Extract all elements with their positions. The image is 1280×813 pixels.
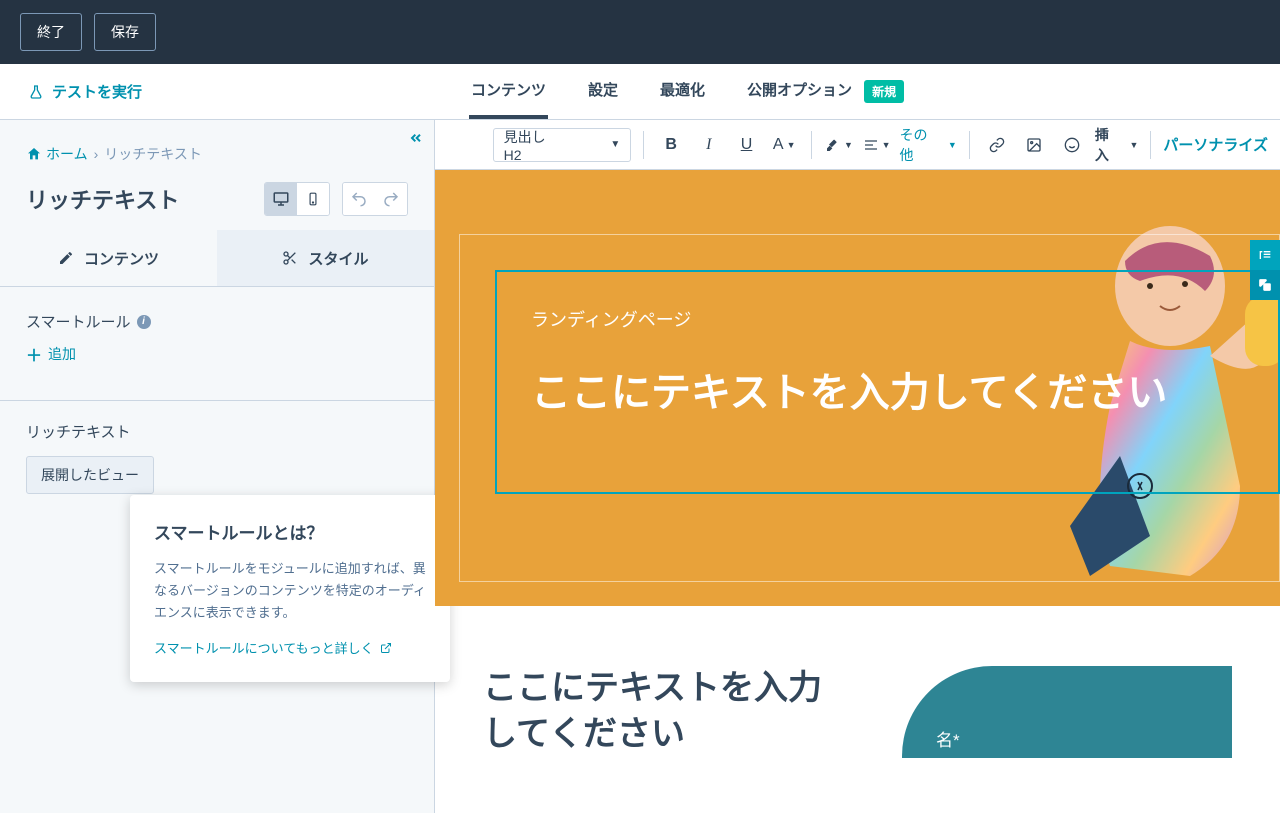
link-icon <box>989 137 1005 153</box>
insert-button[interactable]: 挿入▼ <box>1095 125 1138 165</box>
flask-icon <box>28 84 44 100</box>
exit-button[interactable]: 終了 <box>20 13 82 51</box>
text-color-button[interactable]: A▼ <box>769 130 799 160</box>
history-toggle <box>342 182 408 216</box>
mobile-view-button[interactable] <box>297 183 329 215</box>
link-button[interactable] <box>982 130 1012 160</box>
module-edit-text-button[interactable] <box>1250 240 1280 270</box>
tab-publish-options[interactable]: 公開オプション <box>745 79 854 104</box>
bold-button[interactable]: B <box>656 130 686 160</box>
smart-rule-tooltip: スマートルールとは？ スマートルールをモジュールに追加すれば、異なるバージョンの… <box>130 495 450 682</box>
undo-button[interactable] <box>343 183 375 215</box>
run-test-label: テストを実行 <box>52 81 142 102</box>
sidebar-title: リッチテキスト <box>26 183 179 215</box>
tooltip-body: スマートルールをモジュールに追加すれば、異なるバージョンのコンテンツを特定のオー… <box>154 558 426 624</box>
emoji-icon <box>1064 137 1080 153</box>
redo-button[interactable] <box>375 183 407 215</box>
panel-tab-style[interactable]: スタイル <box>217 230 434 286</box>
image-button[interactable] <box>1020 130 1050 160</box>
form-panel: 名* <box>902 666 1232 758</box>
highlight-button[interactable]: ▼ <box>824 130 854 160</box>
hero-subtitle: ランディングページ <box>531 306 691 332</box>
sidebar: ホーム › リッチテキスト リッチテキスト <box>0 120 435 813</box>
heading-select[interactable]: 見出しH2 ▼ <box>493 128 632 162</box>
toolbar-separator <box>643 131 644 159</box>
tab-settings[interactable]: 設定 <box>586 64 620 119</box>
expanded-view-button[interactable]: 展開したビュー <box>26 456 154 494</box>
text-edit-icon <box>1257 247 1273 263</box>
smart-rule-label: スマートルール i <box>26 311 408 332</box>
form-field-label-name: 名* <box>936 726 1198 751</box>
toolbar-separator <box>811 131 812 159</box>
image-icon <box>1026 137 1042 153</box>
collapse-sidebar-button[interactable] <box>408 130 424 149</box>
toolbar-separator <box>1150 131 1151 159</box>
rich-text-section-label: リッチテキスト <box>26 421 408 442</box>
mobile-icon <box>306 190 320 208</box>
home-icon <box>26 146 42 162</box>
run-test-link[interactable]: テストを実行 <box>28 81 435 102</box>
personalize-button[interactable]: パーソナライズ <box>1163 134 1268 155</box>
undo-icon <box>350 190 368 208</box>
italic-button[interactable]: I <box>694 130 724 160</box>
chevron-double-left-icon <box>408 130 424 146</box>
tooltip-title: スマートルールとは？ <box>154 519 426 544</box>
canvas: 見出しH2 ▼ B I U A▼ ▼ ▼ その他▼ <box>435 120 1280 813</box>
panel-tab-style-label: スタイル <box>308 248 368 269</box>
add-smart-rule-link[interactable]: ＋ 追加 <box>26 342 408 366</box>
pencil-icon <box>58 250 74 266</box>
hero-section: ランディングページ ここにテキストを入力してください <box>435 170 1280 606</box>
panel-tab-contents[interactable]: コンテンツ <box>0 230 217 286</box>
editor-toolbar: 見出しH2 ▼ B I U A▼ ▼ ▼ その他▼ <box>435 120 1280 170</box>
scissors-icon <box>282 250 298 266</box>
top-bar: 終了 保存 <box>0 0 1280 64</box>
more-button[interactable]: その他▼ <box>899 125 956 165</box>
save-button[interactable]: 保存 <box>94 13 156 51</box>
breadcrumb-home[interactable]: ホーム <box>26 144 88 164</box>
heading-select-label: 見出しH2 <box>504 127 563 163</box>
breadcrumb-separator: › <box>94 146 99 162</box>
external-link-icon <box>380 642 392 654</box>
new-badge: 新規 <box>864 80 904 103</box>
redo-icon <box>382 190 400 208</box>
plus-icon: ＋ <box>26 342 42 366</box>
breadcrumb-home-label: ホーム <box>46 144 88 164</box>
align-button[interactable]: ▼ <box>862 130 892 160</box>
highlight-icon <box>825 137 841 153</box>
tab-optimize[interactable]: 最適化 <box>658 64 707 119</box>
copy-icon <box>1258 278 1272 292</box>
align-icon <box>863 137 879 153</box>
emoji-button[interactable] <box>1057 130 1087 160</box>
module-copy-button[interactable] <box>1250 270 1280 300</box>
desktop-icon <box>272 190 290 208</box>
hero-heading[interactable]: ここにテキストを入力してください <box>531 360 1167 418</box>
desktop-view-button[interactable] <box>265 183 297 215</box>
underline-button[interactable]: U <box>732 130 762 160</box>
device-toggle <box>264 182 330 216</box>
caret-down-icon: ▼ <box>610 139 620 150</box>
tooltip-learn-more-link[interactable]: スマートルールについてもっと詳しく <box>154 638 392 657</box>
panel-tab-contents-label: コンテンツ <box>84 248 159 269</box>
nav-bar: テストを実行 コンテンツ 設定 最適化 公開オプション 新規 <box>0 64 1280 120</box>
tab-contents[interactable]: コンテンツ <box>469 64 548 119</box>
info-icon[interactable]: i <box>137 315 151 329</box>
add-label: 追加 <box>48 344 76 364</box>
breadcrumb: ホーム › リッチテキスト <box>0 120 434 174</box>
content-heading: ここにテキストを入力してください <box>483 666 842 758</box>
breadcrumb-current: リッチテキスト <box>104 144 202 164</box>
toolbar-separator <box>969 131 970 159</box>
